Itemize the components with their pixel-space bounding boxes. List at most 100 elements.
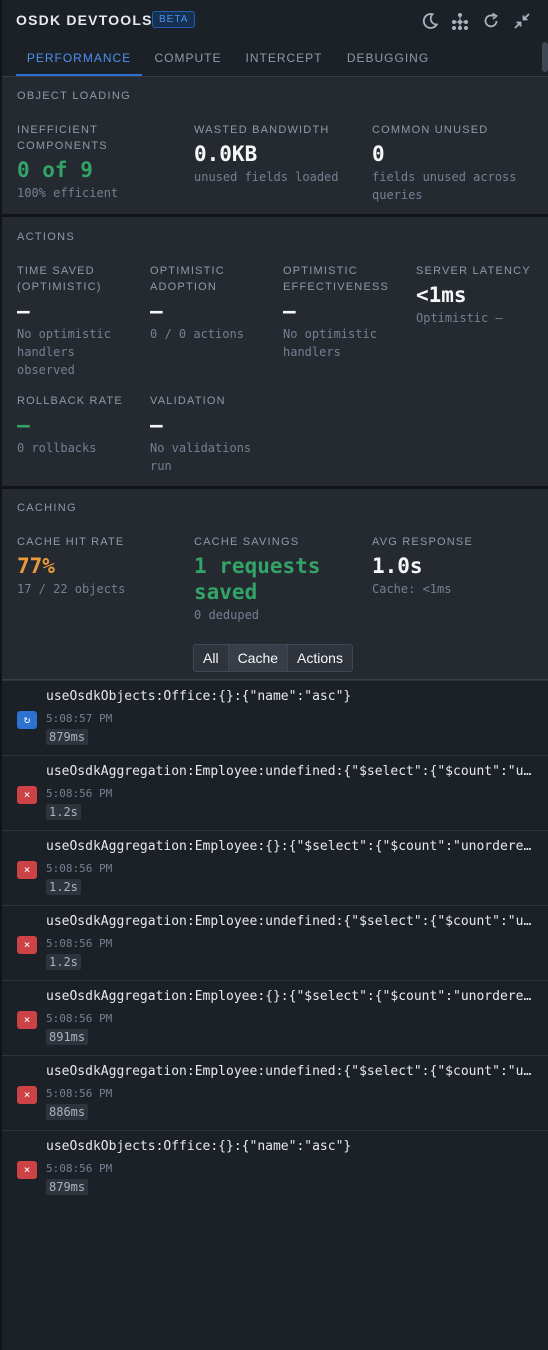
optimistic-adoption-metric: OPTIMISTIC ADOPTION — 0 / 0 actions bbox=[150, 263, 270, 343]
avg-response-metric: AVG RESPONSE 1.0s Cache: <1ms bbox=[372, 534, 532, 598]
tab-debugging[interactable]: DEBUGGING bbox=[342, 42, 434, 74]
metric-label: SERVER LATENCY bbox=[416, 265, 531, 277]
request-row[interactable]: × useOsdkObjects:Office:{}:{"name":"asc"… bbox=[0, 1130, 548, 1205]
error-icon: × bbox=[17, 1086, 37, 1104]
metric-label: VALIDATION bbox=[150, 395, 226, 407]
refresh-icon[interactable] bbox=[481, 11, 501, 31]
metric-value: — bbox=[150, 413, 163, 437]
metric-value: 1 requests saved bbox=[194, 554, 321, 604]
request-key: useOsdkAggregation:Employee:undefined:{"… bbox=[46, 764, 538, 779]
metric-subtext: 0 deduped bbox=[194, 608, 260, 622]
request-time: 5:08:56 PM bbox=[46, 1162, 113, 1175]
tab-bar: PERFORMANCE COMPUTE INTERCEPT DEBUGGING bbox=[0, 42, 548, 77]
cache-savings-metric: CACHE SAVINGS 1 requests saved 0 deduped bbox=[194, 534, 354, 624]
request-key: useOsdkObjects:Office:{}:{"name":"asc"} bbox=[46, 1139, 352, 1154]
metric-value: — bbox=[283, 299, 296, 323]
request-duration: 891ms bbox=[46, 1029, 89, 1045]
section-title: CACHING bbox=[17, 502, 77, 514]
request-duration: 1.2s bbox=[46, 804, 81, 820]
beta-badge: BETA bbox=[152, 11, 196, 28]
request-duration: 879ms bbox=[46, 729, 89, 745]
metric-subtext: Optimistic — bbox=[416, 311, 503, 325]
time-saved-metric: TIME SAVED (OPTIMISTIC) — No optimistic … bbox=[17, 263, 137, 379]
request-row[interactable]: × useOsdkAggregation:Employee:undefined:… bbox=[0, 905, 548, 980]
metric-subtext: 100% efficient bbox=[17, 186, 119, 200]
request-time: 5:08:56 PM bbox=[46, 1012, 113, 1025]
app-title: OSDK DEVTOOLS bbox=[16, 12, 153, 28]
metric-value: — bbox=[17, 299, 30, 323]
section-title: ACTIONS bbox=[17, 231, 75, 243]
metric-value: — bbox=[150, 299, 163, 323]
request-row[interactable]: × useOsdkAggregation:Employee:{}:{"$sele… bbox=[0, 980, 548, 1055]
metric-value: 0 bbox=[372, 142, 385, 166]
metric-label: COMMON UNUSED bbox=[372, 124, 489, 136]
tab-compute[interactable]: COMPUTE bbox=[150, 42, 226, 74]
metric-value: 0.0KB bbox=[194, 142, 258, 166]
validation-metric: VALIDATION — No validations run bbox=[150, 393, 270, 475]
error-icon: × bbox=[17, 936, 37, 954]
server-latency-metric: SERVER LATENCY <1ms Optimistic — bbox=[416, 263, 541, 327]
metric-value: — bbox=[17, 413, 30, 437]
request-row[interactable]: ↻ useOsdkObjects:Office:{}:{"name":"asc"… bbox=[0, 680, 548, 755]
filter-cache-button[interactable]: Cache bbox=[228, 645, 289, 671]
metric-value: <1ms bbox=[416, 283, 467, 307]
request-key: useOsdkAggregation:Employee:{}:{"$select… bbox=[46, 989, 538, 1004]
rollback-rate-metric: ROLLBACK RATE — 0 rollbacks bbox=[17, 393, 137, 457]
error-icon: × bbox=[17, 786, 37, 804]
actions-section: ACTIONS TIME SAVED (OPTIMISTIC) — No opt… bbox=[0, 217, 548, 489]
moon-icon[interactable] bbox=[420, 11, 440, 31]
panel-edge bbox=[0, 0, 2, 1350]
cache-icon: ↻ bbox=[17, 711, 37, 729]
request-key: useOsdkObjects:Office:{}:{"name":"asc"} bbox=[46, 689, 352, 704]
metric-label: OPTIMISTIC ADOPTION bbox=[150, 265, 225, 293]
metric-subtext: No optimistic handlers bbox=[283, 327, 377, 359]
request-time: 5:08:56 PM bbox=[46, 937, 113, 950]
metric-value: 1.0s bbox=[372, 554, 423, 578]
metric-label: AVG RESPONSE bbox=[372, 536, 473, 548]
scrollbar-thumb[interactable] bbox=[542, 42, 548, 72]
tab-performance[interactable]: PERFORMANCE bbox=[16, 42, 142, 76]
metric-label: CACHE HIT RATE bbox=[17, 536, 125, 548]
metric-subtext: No optimistic handlers observed bbox=[17, 327, 111, 377]
network-icon[interactable] bbox=[450, 11, 470, 31]
error-icon: × bbox=[17, 861, 37, 879]
error-icon: × bbox=[17, 1161, 37, 1179]
common-unused-metric: COMMON UNUSED 0 fields unused across que… bbox=[372, 122, 532, 204]
metric-value: 77% bbox=[17, 554, 55, 578]
metric-label: OPTIMISTIC EFFECTIVENESS bbox=[283, 265, 390, 293]
filter-all-button[interactable]: All bbox=[194, 645, 229, 671]
optimistic-effectiveness-metric: OPTIMISTIC EFFECTIVENESS — No optimistic… bbox=[283, 263, 403, 361]
metric-subtext: 17 / 22 objects bbox=[17, 582, 126, 596]
devtools-header: OSDK DEVTOOLS BETA bbox=[0, 0, 548, 42]
section-title: OBJECT LOADING bbox=[17, 90, 131, 102]
metric-subtext: Cache: <1ms bbox=[372, 582, 452, 596]
request-time: 5:08:56 PM bbox=[46, 787, 113, 800]
inefficient-components-metric: INEFFICIENT COMPONENTS 0 of 9 100% effic… bbox=[17, 122, 177, 202]
error-icon: × bbox=[17, 1011, 37, 1029]
metric-label: TIME SAVED (OPTIMISTIC) bbox=[17, 265, 102, 293]
metric-subtext: unused fields loaded bbox=[194, 170, 339, 184]
tab-intercept[interactable]: INTERCEPT bbox=[242, 42, 326, 74]
metric-subtext: fields unused across queries bbox=[372, 170, 517, 202]
object-loading-section: OBJECT LOADING INEFFICIENT COMPONENTS 0 … bbox=[0, 77, 548, 217]
request-duration: 886ms bbox=[46, 1104, 89, 1120]
request-filter-group: All Cache Actions bbox=[193, 644, 353, 672]
request-row[interactable]: × useOsdkAggregation:Employee:undefined:… bbox=[0, 1055, 548, 1130]
request-key: useOsdkAggregation:Employee:undefined:{"… bbox=[46, 914, 538, 929]
metric-subtext: 0 rollbacks bbox=[17, 441, 97, 455]
wasted-bandwidth-metric: WASTED BANDWIDTH 0.0KB unused fields loa… bbox=[194, 122, 364, 186]
request-time: 5:08:57 PM bbox=[46, 712, 113, 725]
metric-subtext: No validations run bbox=[150, 441, 252, 473]
metric-value: 0 of 9 bbox=[17, 158, 93, 182]
request-duration: 1.2s bbox=[46, 954, 81, 970]
filter-actions-button[interactable]: Actions bbox=[288, 645, 352, 671]
request-time: 5:08:56 PM bbox=[46, 862, 113, 875]
request-key: useOsdkAggregation:Employee:{}:{"$select… bbox=[46, 839, 538, 854]
metric-label: INEFFICIENT COMPONENTS bbox=[17, 124, 108, 152]
request-row[interactable]: × useOsdkAggregation:Employee:undefined:… bbox=[0, 755, 548, 830]
request-row[interactable]: × useOsdkAggregation:Employee:{}:{"$sele… bbox=[0, 830, 548, 905]
request-key: useOsdkAggregation:Employee:undefined:{"… bbox=[46, 1064, 538, 1079]
metric-label: WASTED BANDWIDTH bbox=[194, 124, 330, 136]
request-time: 5:08:56 PM bbox=[46, 1087, 113, 1100]
minimize-icon[interactable] bbox=[512, 11, 532, 31]
